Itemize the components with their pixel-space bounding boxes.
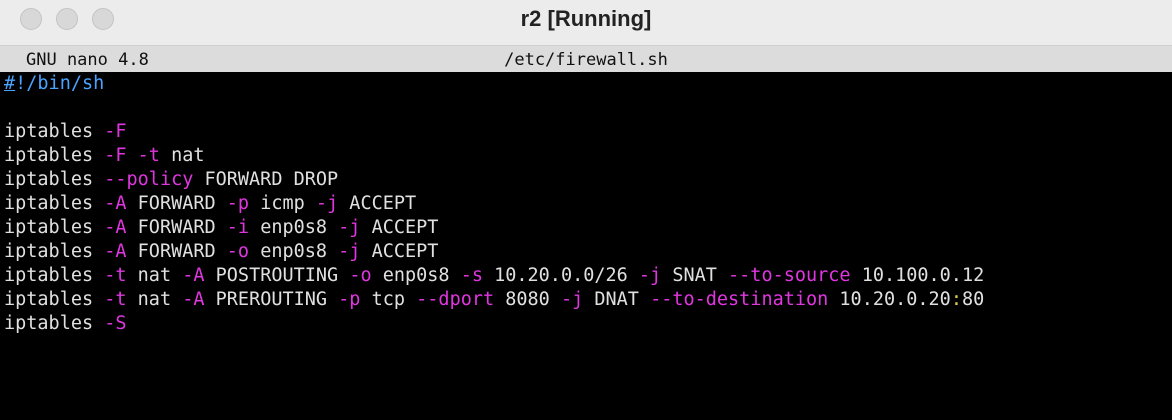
code-token: -t (137, 145, 160, 166)
code-token: nat (159, 145, 205, 166)
code-token: iptables (4, 241, 105, 262)
code-token: tcp (360, 289, 417, 310)
code-token: FORWARD (126, 193, 227, 214)
code-token: nat (126, 265, 183, 286)
window-titlebar: r2 [Running] (0, 0, 1172, 46)
code-token: -F (104, 145, 127, 166)
code-token: SNAT (661, 265, 729, 286)
nano-filename: /etc/firewall.sh (504, 50, 668, 70)
editor-line[interactable] (0, 96, 1172, 120)
code-token: icmp (249, 193, 316, 214)
code-token: iptables (4, 121, 105, 142)
code-token: 10.100.0.12 (850, 265, 985, 286)
code-token: 10.20.0.20 (828, 289, 951, 310)
code-token: -A (104, 241, 127, 262)
code-token: -t (104, 289, 127, 310)
code-token: -o (349, 265, 372, 286)
code-token: DNAT (583, 289, 651, 310)
editor-line[interactable]: iptables -A FORWARD -o enp0s8 -j ACCEPT (0, 240, 1172, 264)
code-token: !/bin/sh (15, 73, 105, 94)
editor-line[interactable]: iptables --policy FORWARD DROP (0, 168, 1172, 192)
code-token: -j (315, 193, 339, 214)
code-token: -p (338, 289, 361, 310)
editor-line[interactable]: #!/bin/sh (0, 72, 1172, 96)
nano-title-bar: GNU nano 4.8 /etc/firewall.sh (0, 46, 1172, 72)
code-token: iptables (4, 313, 105, 334)
code-token: 10.20.0.0/26 (482, 265, 639, 286)
code-token: iptables (4, 217, 105, 238)
code-token: enp0s8 (249, 241, 339, 262)
code-token: iptables (4, 289, 105, 310)
code-token: 8080 (494, 289, 561, 310)
editor-line[interactable]: iptables -F -t nat (0, 144, 1172, 168)
code-token: ACCEPT (360, 241, 439, 262)
editor-line[interactable]: iptables -t nat -A POSTROUTING -o enp0s8… (0, 264, 1172, 288)
code-token: POSTROUTING (204, 265, 350, 286)
code-token: 80 (961, 289, 985, 310)
code-token: -t (104, 265, 127, 286)
code-token: ACCEPT (338, 193, 417, 214)
code-token: --policy (104, 169, 194, 190)
editor-line[interactable]: iptables -A FORWARD -i enp0s8 -j ACCEPT (0, 216, 1172, 240)
code-token: -A (182, 265, 205, 286)
code-token: # (4, 73, 16, 94)
code-token: -j (638, 265, 662, 286)
code-token: --to-source (728, 265, 851, 286)
code-token: : (950, 289, 962, 310)
code-token: -A (104, 217, 127, 238)
code-token: nat (126, 289, 183, 310)
code-token: -j (338, 217, 361, 238)
code-token: -j (338, 241, 361, 262)
code-token: -A (104, 193, 127, 214)
code-token: FORWARD (126, 217, 227, 238)
code-token: iptables (4, 169, 105, 190)
editor-line[interactable]: iptables -S (0, 312, 1172, 336)
code-token: -j (560, 289, 584, 310)
code-token: -S (104, 313, 127, 334)
code-token: PREROUTING (204, 289, 339, 310)
window-title: r2 [Running] (520, 6, 652, 31)
code-token: enp0s8 (371, 265, 461, 286)
editor-text-area[interactable]: #!/bin/sh iptables -F iptables -F -t nat ip… (0, 72, 1172, 420)
code-token: --to-destination (650, 289, 829, 310)
code-token: ACCEPT (360, 217, 439, 238)
code-token: -i (226, 217, 250, 238)
editor-line[interactable]: iptables -t nat -A PREROUTING -p tcp --d… (0, 288, 1172, 312)
editor-line[interactable]: iptables -A FORWARD -p icmp -j ACCEPT (0, 192, 1172, 216)
code-token: -s (460, 265, 483, 286)
editor-line[interactable]: iptables -F (0, 120, 1172, 144)
code-token: iptables (4, 145, 105, 166)
code-token: -p (226, 193, 250, 214)
code-token: FORWARD DROP (193, 169, 339, 190)
code-token: --dport (416, 289, 495, 310)
code-token: iptables (4, 265, 105, 286)
code-token: enp0s8 (249, 217, 339, 238)
code-token: -o (226, 241, 250, 262)
code-token: FORWARD (126, 241, 227, 262)
code-token: -F (104, 121, 127, 142)
code-token: -A (182, 289, 205, 310)
code-token: iptables (4, 193, 105, 214)
